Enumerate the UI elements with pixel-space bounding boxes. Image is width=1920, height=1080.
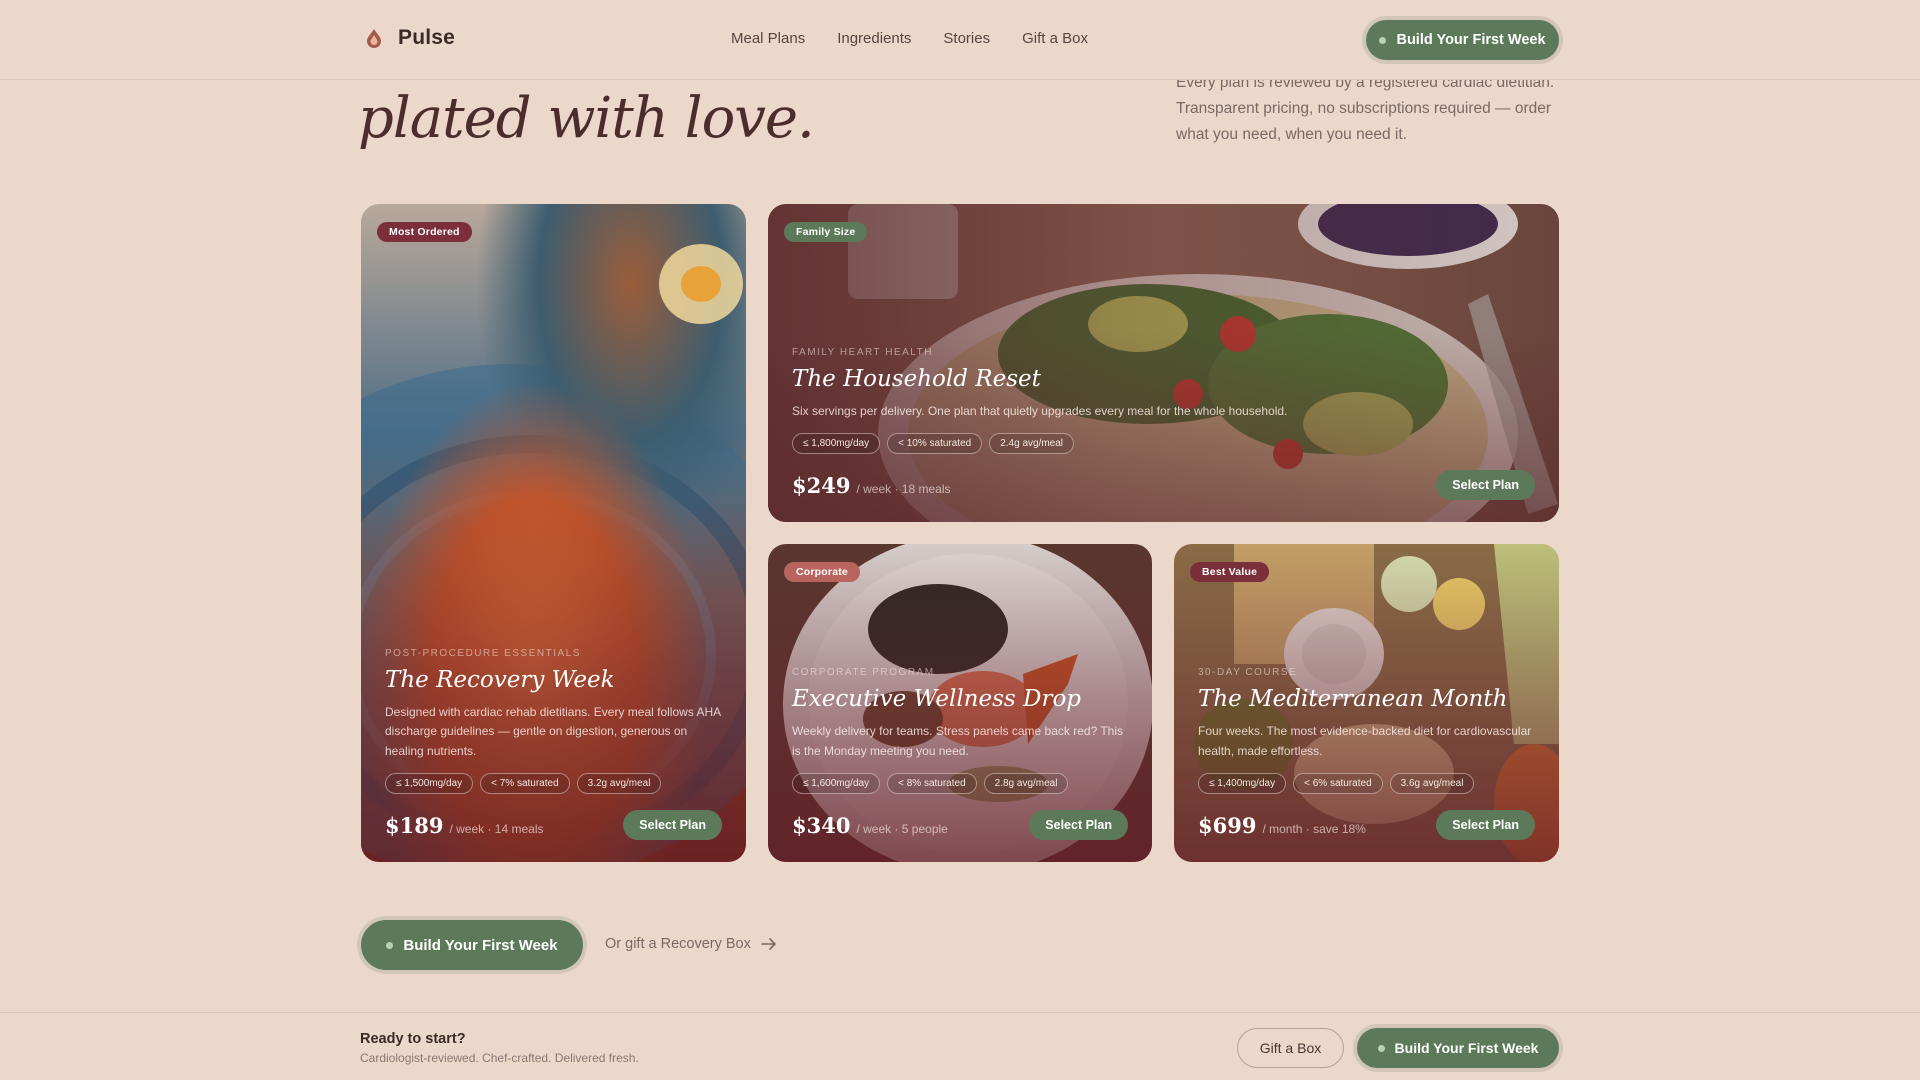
fiber-chip: 2.4g avg/meal (989, 433, 1075, 454)
badge-best-value: Best Value (1190, 562, 1270, 582)
price-row: $340 / week · 5 people Select Plan (792, 810, 1128, 840)
sodium-chip: ≤ 1,500mg/day (385, 773, 474, 794)
nutrition-chips: ≤ 1,800mg/day < 10% saturated 2.4g avg/m… (792, 433, 1535, 454)
nutrition-chips: ≤ 1,400mg/day < 6% saturated 3.6g avg/me… (1198, 773, 1535, 794)
price-row: $699 / month · save 18% Select Plan (1198, 810, 1535, 840)
nutrition-chips: ≤ 1,600mg/day < 8% saturated 2.8g avg/me… (792, 773, 1128, 794)
price: $699 (1198, 812, 1257, 838)
nav-meal-plans[interactable]: Meal Plans (731, 30, 805, 47)
select-plan-button[interactable]: Select Plan (1029, 810, 1128, 840)
dot-icon (1377, 1044, 1385, 1052)
price: $249 (792, 472, 851, 498)
brand-name: Pulse (398, 26, 456, 49)
heart-drop-icon (367, 29, 381, 48)
card-content: Family Heart Health The Household Reset … (792, 346, 1535, 500)
brand-logo[interactable]: Pulse (362, 26, 455, 50)
card-description: Four weeks. The most evidence-backed die… (1198, 724, 1532, 758)
card-content: 30-Day Course The Mediterranean Month Fo… (1198, 667, 1535, 840)
nav-ingredients[interactable]: Ingredients (837, 30, 911, 47)
gift-a-box-button[interactable]: Gift a Box (1237, 1028, 1344, 1068)
gift-recovery-box-link[interactable]: Or gift a Recovery Box (605, 936, 777, 952)
sticky-cta-bar: Ready to start? Cardiologist-reviewed. C… (0, 1012, 1920, 1080)
arrow-right-icon (761, 938, 776, 950)
card-content: Post-Procedure Essentials The Recovery W… (385, 647, 722, 840)
sodium-chip: ≤ 1,800mg/day (792, 433, 881, 454)
main-nav: Meal Plans Ingredients Stories Gift a Bo… (731, 30, 1088, 47)
sticky-cta-label: Build Your First Week (1394, 1040, 1539, 1056)
plan-card-mediterranean: Best Value 30-Day Course The Mediterrane… (1174, 544, 1559, 862)
site-header: Pulse Meal Plans Ingredients Stories Gif… (0, 0, 1920, 80)
badge-corporate: Corporate (784, 562, 860, 582)
saturated-fat-chip: < 10% saturated (887, 433, 983, 454)
card-title: The Household Reset (792, 365, 1041, 392)
fiber-chip: 2.8g avg/meal (983, 773, 1069, 794)
saturated-fat-chip: < 6% saturated (1293, 773, 1383, 794)
card-eyebrow: Post-Procedure Essentials (385, 647, 581, 659)
card-eyebrow: Corporate Program (792, 667, 935, 678)
sticky-build-week-button[interactable]: Build Your First Week (1357, 1028, 1559, 1068)
hero-description: Every plan is reviewed by a registered c… (1176, 74, 1555, 143)
build-first-week-label: Build Your First Week (403, 936, 558, 954)
price-unit: / week · 5 people (856, 821, 948, 836)
card-eyebrow: Family Heart Health (792, 346, 933, 358)
badge-most-ordered: Most Ordered (377, 222, 472, 242)
card-title: Executive Wellness Drop (792, 686, 1082, 712)
saturated-fat-chip: < 7% saturated (480, 773, 570, 794)
sodium-chip: ≤ 1,600mg/day (792, 773, 881, 794)
card-eyebrow: 30-Day Course (1198, 667, 1298, 678)
nav-gift-a-box[interactable]: Gift a Box (1022, 30, 1088, 47)
card-description: Designed with cardiac rehab dietitians. … (385, 704, 721, 758)
ready-title: Ready to start? (360, 1031, 466, 1047)
price: $340 (792, 812, 851, 838)
select-plan-button[interactable]: Select Plan (1436, 470, 1535, 500)
badge-family-size: Family Size (784, 222, 868, 242)
card-title: The Mediterranean Month (1198, 686, 1508, 712)
fiber-chip: 3.2g avg/meal (576, 773, 662, 794)
nutrition-chips: ≤ 1,500mg/day < 7% saturated 3.2g avg/me… (385, 773, 722, 794)
ready-subtitle: Cardiologist-reviewed. Chef-crafted. Del… (360, 1051, 639, 1065)
hero-title: plated with love. (358, 86, 815, 151)
plan-card-executive: Corporate Corporate Program Executive We… (768, 544, 1152, 862)
card-description: Six servings per delivery. One plan that… (792, 403, 1288, 418)
card-description: Weekly delivery for teams. Stress panels… (792, 724, 1124, 758)
saturated-fat-chip: < 8% saturated (887, 773, 977, 794)
gift-link-label: Or gift a Recovery Box (605, 936, 751, 952)
header-cta-button[interactable]: Build Your First Week (1366, 20, 1559, 60)
card-title: The Recovery Week (385, 666, 615, 693)
dot-icon (386, 941, 394, 949)
price-row: $249 / week · 18 meals Select Plan (792, 470, 1535, 500)
plan-card-recovery: Most Ordered Post-Procedure Essentials T… (361, 204, 746, 862)
header-cta-label: Build Your First Week (1396, 32, 1546, 48)
price-unit: / month · save 18% (1262, 821, 1366, 836)
sodium-chip: ≤ 1,400mg/day (1198, 773, 1287, 794)
dot-icon (1379, 36, 1387, 44)
fiber-chip: 3.6g avg/meal (1389, 773, 1475, 794)
price: $189 (385, 812, 444, 838)
card-content: Corporate Program Executive Wellness Dro… (792, 667, 1128, 840)
price-unit: / week · 18 meals (856, 481, 951, 496)
select-plan-button[interactable]: Select Plan (1436, 810, 1535, 840)
plan-card-household: Family Size Family Heart Health The Hous… (768, 204, 1559, 522)
build-first-week-button[interactable]: Build Your First Week (361, 920, 583, 970)
price-row: $189 / week · 14 meals Select Plan (385, 810, 722, 840)
price-unit: / week · 14 meals (449, 821, 544, 836)
select-plan-button[interactable]: Select Plan (623, 810, 722, 840)
nav-stories[interactable]: Stories (943, 30, 990, 47)
